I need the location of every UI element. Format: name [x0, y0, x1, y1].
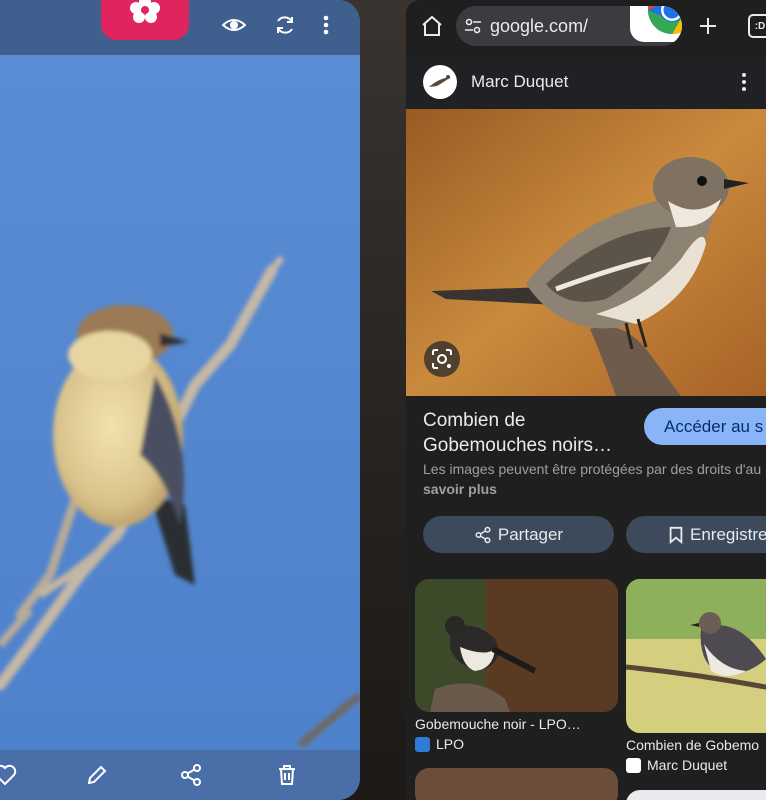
edit-button[interactable] [84, 762, 110, 788]
image-source-header[interactable]: Marc Duquet [406, 56, 766, 108]
eye-icon [222, 19, 246, 31]
address-bar[interactable]: google.com/clie [456, 6, 682, 46]
google-lens-button[interactable] [424, 341, 460, 377]
learn-more-link[interactable]: savoir plus [423, 481, 497, 497]
related-result-source: Marc Duquet [626, 757, 727, 773]
save-button[interactable]: Enregistre [626, 516, 766, 553]
related-result-thumbnail[interactable] [626, 579, 766, 733]
tab-switcher-button[interactable]: :D [748, 14, 766, 38]
gallery-top-bar [0, 0, 360, 55]
chrome-icon [648, 6, 682, 34]
source-logo [423, 65, 457, 99]
url-domain: google.com/ [490, 16, 589, 36]
result-image[interactable] [406, 109, 766, 396]
gallery-pane [0, 0, 360, 800]
site-settings-icon[interactable] [464, 18, 482, 34]
rotate-button[interactable] [272, 12, 298, 38]
flycatcher-image [406, 109, 766, 396]
bird-logo-icon [429, 75, 451, 87]
related-result-source-name: LPO [436, 736, 465, 752]
pencil-icon [87, 765, 107, 785]
related-result-source: LPO [415, 736, 464, 752]
related-result-thumbnail[interactable] [626, 790, 766, 800]
related-result-thumbnail[interactable] [415, 768, 618, 800]
eye-button[interactable] [221, 12, 247, 38]
result-title-line1: Combien de [423, 410, 526, 431]
source-name: Marc Duquet [471, 72, 569, 91]
chrome-pane: google.com/clie :D Mar [406, 0, 766, 800]
favorite-button[interactable] [0, 762, 18, 788]
delete-button[interactable] [274, 762, 300, 788]
more-options-button[interactable] [313, 12, 339, 38]
bookmark-icon [669, 526, 683, 544]
result-title-line2: Gobemouches noirs… [423, 435, 613, 456]
share-photo-button[interactable] [178, 762, 204, 788]
trash-icon [279, 765, 295, 785]
lens-icon [432, 349, 452, 369]
related-result-source-name: Marc Duquet [647, 757, 728, 773]
split-screen: google.com/clie :D Mar [0, 0, 766, 800]
heart-icon [0, 764, 17, 786]
related-result-caption[interactable]: Combien de Gobemo [626, 737, 759, 753]
related-result-thumbnail[interactable] [415, 579, 618, 712]
browser-toolbar: google.com/clie :D [406, 0, 766, 55]
more-vert-icon[interactable] [740, 72, 748, 92]
related-result-caption[interactable]: Gobemouche noir - LPO… [415, 716, 581, 732]
share-label: Partager [497, 524, 564, 544]
rotate-icon [277, 16, 293, 34]
gallery-bottom-bar [0, 750, 360, 800]
bird-logo-icon [626, 757, 641, 773]
share-icon [475, 526, 491, 543]
bird-photo[interactable] [0, 55, 360, 750]
share-icon [181, 764, 201, 786]
chrome-logo [630, 6, 682, 42]
visit-site-button[interactable]: Accéder au s [644, 408, 766, 445]
flower-icon [130, 0, 160, 23]
copyright-notice: Les images peuvent être protégées par de… [423, 461, 762, 477]
flycatcher-thumbnail [415, 579, 618, 712]
save-label: Enregistre [690, 524, 766, 544]
lpo-logo-icon [415, 736, 430, 752]
more-vert-icon [323, 15, 329, 35]
app-badge[interactable] [101, 0, 189, 40]
new-tab-icon[interactable] [696, 14, 720, 38]
home-icon[interactable] [420, 14, 444, 38]
flycatcher-thumbnail [626, 579, 766, 733]
share-button[interactable]: Partager [423, 516, 614, 553]
result-title[interactable]: Combien de Gobemouches noirs… [423, 408, 633, 458]
